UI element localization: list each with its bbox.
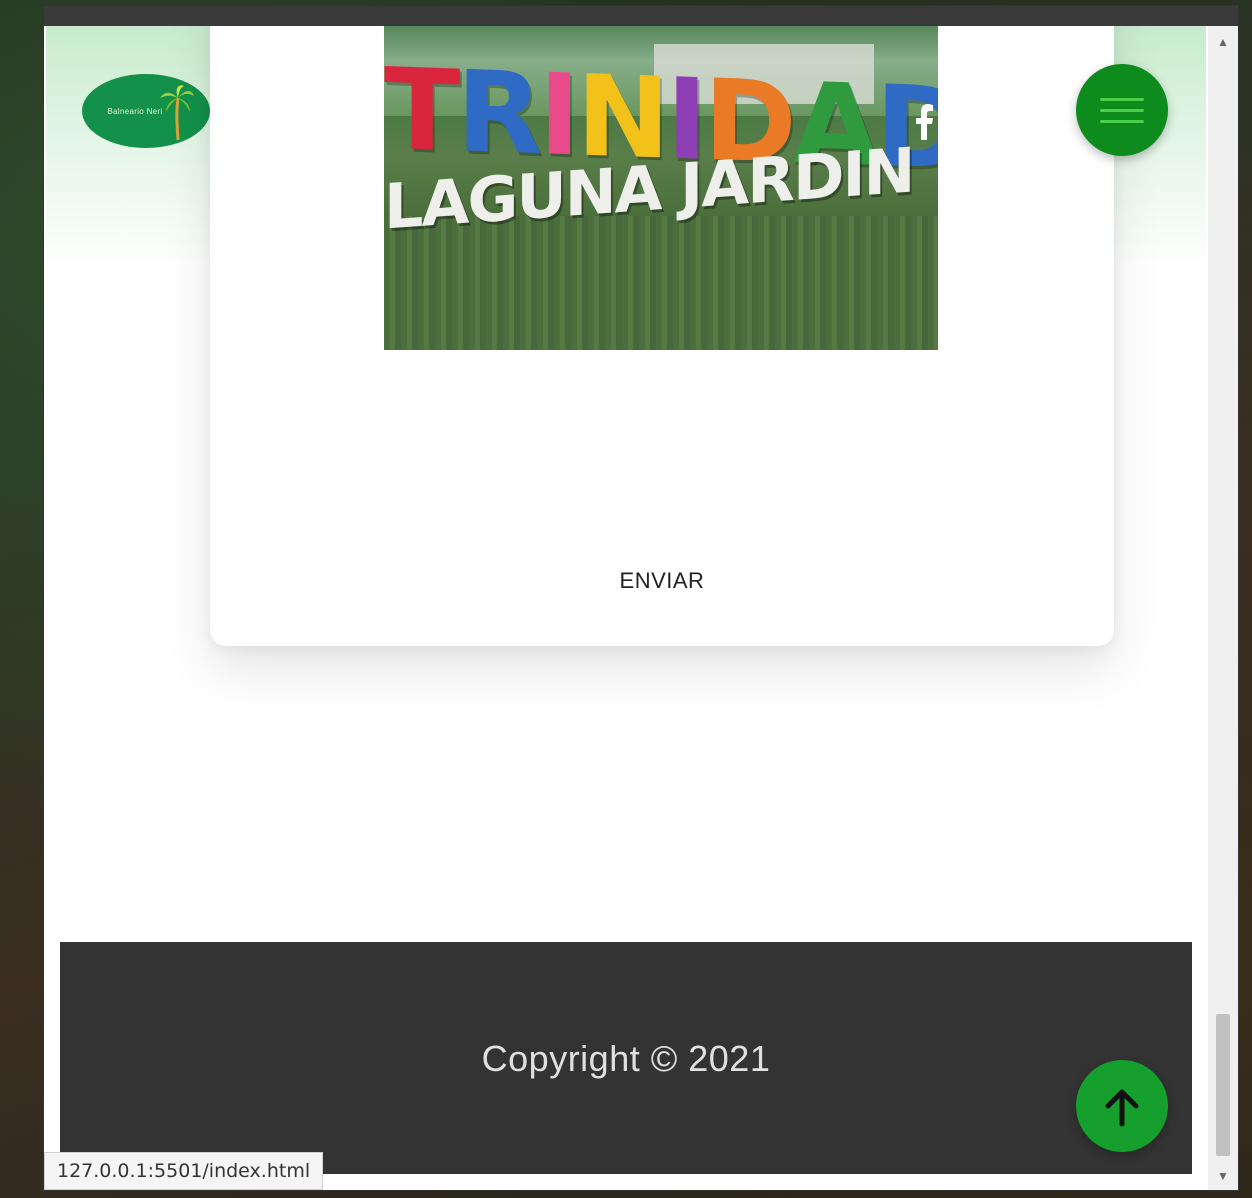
hamburger-icon xyxy=(1100,108,1144,112)
sign-letter: T xyxy=(384,44,457,178)
instagram-icon[interactable] xyxy=(960,104,992,140)
page-viewport: Balneario Neri TRINIDAD LAGUNA JARDIN EN… xyxy=(46,26,1206,1190)
scroll-up-arrow-icon[interactable]: ▲ xyxy=(1208,30,1238,54)
logo-text: Balneario Neri xyxy=(107,106,163,116)
arrow-up-icon xyxy=(1105,1089,1139,1127)
scroll-to-top-button[interactable] xyxy=(1076,1060,1168,1152)
palm-tree-icon xyxy=(160,85,194,140)
site-footer: Copyright © 2021 xyxy=(60,942,1192,1174)
scrollbar-thumb[interactable] xyxy=(1216,1014,1230,1156)
hamburger-menu-button[interactable] xyxy=(1076,64,1168,156)
facebook-icon[interactable] xyxy=(908,104,940,140)
window-titlebar xyxy=(44,6,1238,26)
status-bar-url: 127.0.0.1:5501/index.html xyxy=(44,1152,324,1190)
social-links xyxy=(908,104,1044,140)
send-button[interactable]: ENVIAR xyxy=(210,568,1114,594)
hamburger-icon xyxy=(1100,119,1144,123)
vertical-scrollbar[interactable]: ▲ ▼ xyxy=(1208,26,1238,1190)
trinidad-sign-photo: TRINIDAD LAGUNA JARDIN xyxy=(384,26,938,350)
site-logo[interactable]: Balneario Neri xyxy=(82,74,210,148)
scroll-down-arrow-icon[interactable]: ▼ xyxy=(1208,1164,1238,1188)
browser-window: Balneario Neri TRINIDAD LAGUNA JARDIN EN… xyxy=(44,6,1238,1190)
hamburger-icon xyxy=(1100,97,1144,101)
copyright-text: Copyright © 2021 xyxy=(481,1038,771,1079)
twitter-icon[interactable] xyxy=(1012,104,1044,140)
